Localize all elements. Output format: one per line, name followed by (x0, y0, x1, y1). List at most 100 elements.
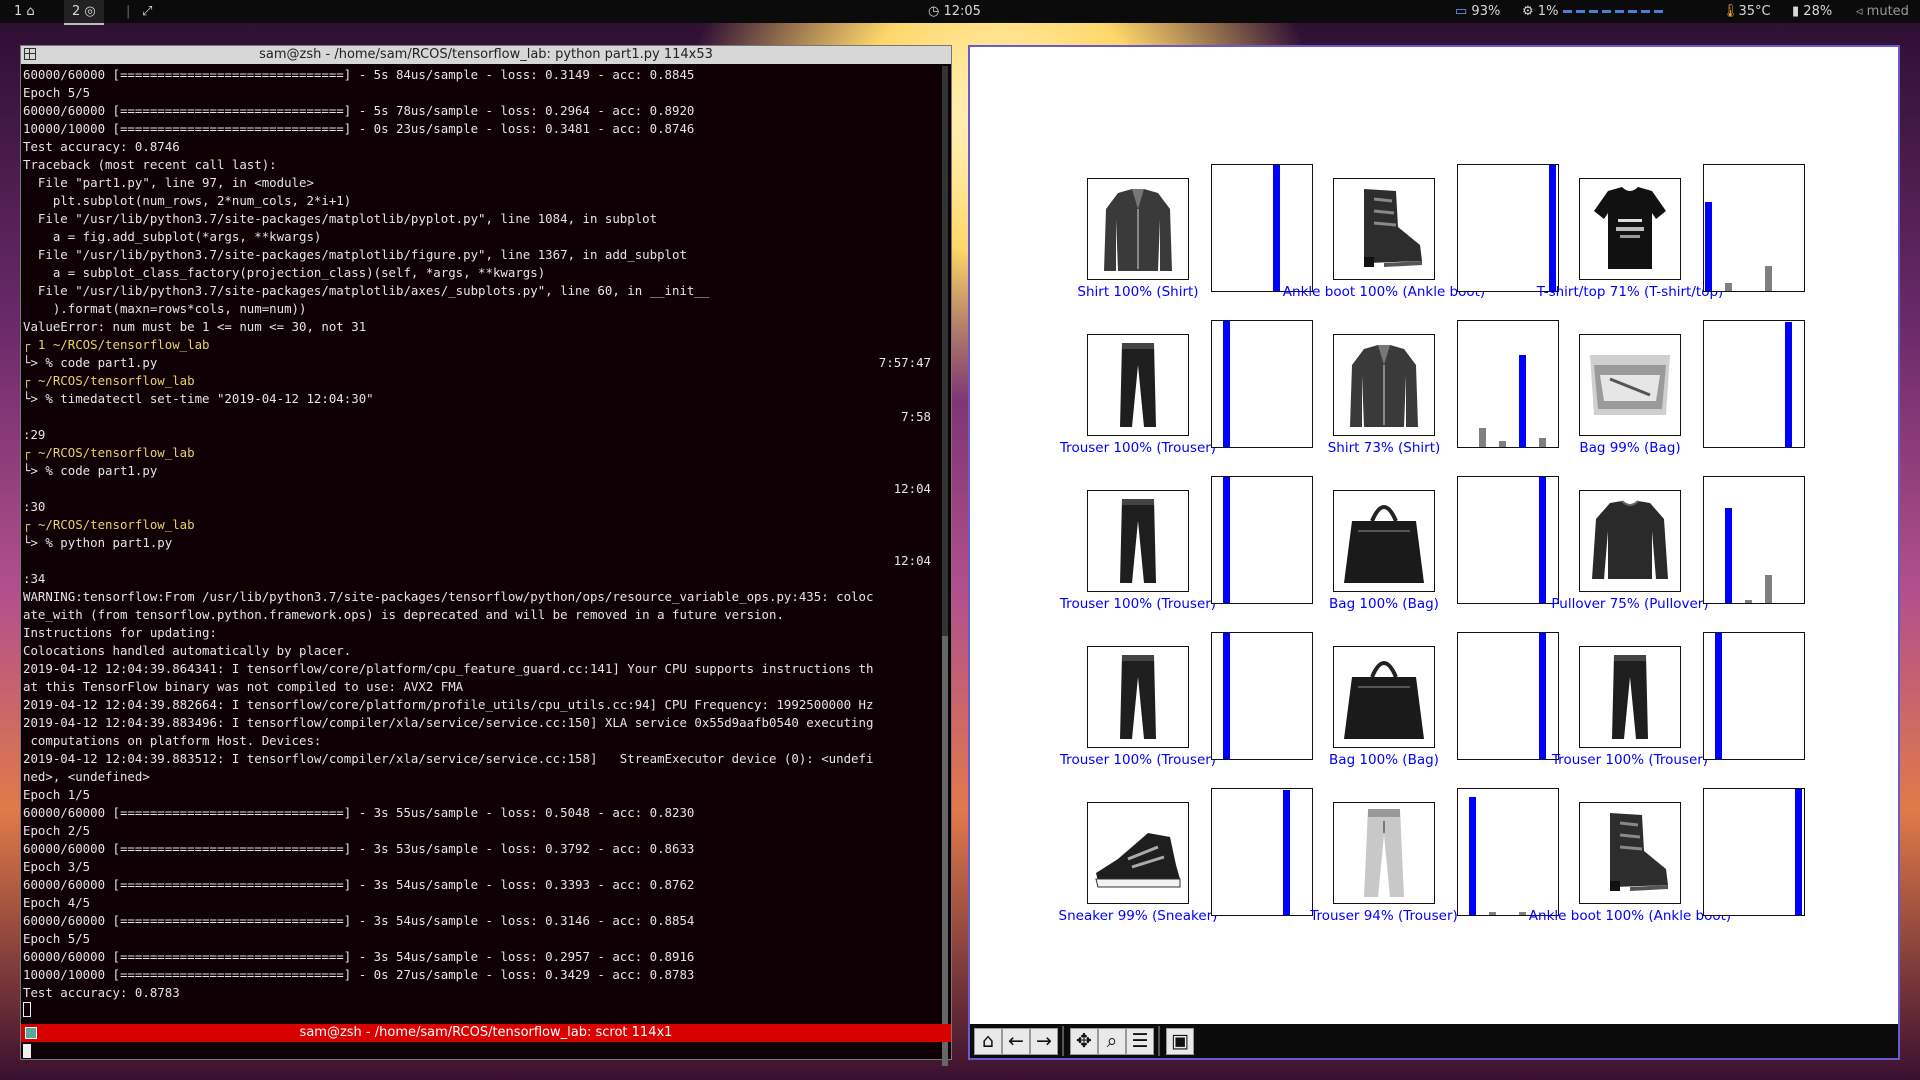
boot-icon (1364, 189, 1422, 267)
terminal-line: └> % code part1.py 7:57:47 (23, 354, 939, 372)
status-cursor (23, 1044, 31, 1058)
trouser-icon (1120, 343, 1156, 427)
terminal-line-text: ┌ ~/RCOS/tensorflow_lab (23, 373, 195, 388)
cpu-graph (1562, 0, 1667, 23)
probability-bar (1725, 283, 1732, 291)
terminal-line: Test accuracy: 0.8746 (23, 138, 939, 156)
volume-value: muted (1866, 4, 1909, 19)
terminal-line: Test accuracy: 0.8783 (23, 984, 939, 1002)
terminal-line: └> % python part1.py (23, 534, 939, 552)
jeans-icon (1364, 809, 1404, 897)
terminal-line: ┌ ~/RCOS/tensorflow_lab (23, 372, 939, 390)
battery-value: 93% (1471, 4, 1501, 19)
fullscreen-icon[interactable]: ⤢ (142, 0, 152, 23)
speaker-icon: ◃ (1856, 4, 1867, 19)
terminal-line: └> % code part1.py (23, 462, 939, 480)
probability-bar (1539, 477, 1546, 603)
scrollbar-thumb[interactable] (942, 636, 948, 1066)
probability-chart (1703, 788, 1805, 916)
home-button[interactable]: ⌂ (974, 1028, 1002, 1055)
terminal-window[interactable]: sam@zsh - /home/sam/RCOS/tensorflow_lab:… (20, 45, 952, 1066)
home-icon: ⌂ (981, 1030, 995, 1052)
matplotlib-figure-window[interactable]: Shirt 100% (Shirt) Ankle boot 100% (Ankle… (968, 45, 1900, 1060)
probability-chart (1703, 476, 1805, 604)
terminal-line: at this TensorFlow binary was not compil… (23, 678, 939, 696)
terminal-line: Traceback (most recent call last): (23, 156, 939, 174)
terminal-line-text: 10000/10000 [===========================… (23, 121, 695, 136)
probability-bar (1519, 355, 1526, 447)
zoom-button[interactable]: ⌕ (1098, 1028, 1126, 1055)
probability-chart (1211, 788, 1313, 916)
workspace-2[interactable]: 2 ◎ (64, 0, 104, 25)
prediction-image (1087, 178, 1189, 280)
subplots-button[interactable]: ☰ (1126, 1028, 1154, 1055)
terminal-line-text: Instructions for updating: (23, 625, 217, 640)
probability-chart (1211, 320, 1313, 448)
terminal-status-window[interactable]: sam@zsh - /home/sam/RCOS/tensorflow_lab:… (21, 1024, 951, 1042)
shirt-icon (1350, 345, 1418, 427)
terminal-line: ValueError: num must be 1 <= num <= 30, … (23, 318, 939, 336)
browser-icon: ◎ (84, 4, 96, 19)
terminal-line: 60000/60000 [===========================… (23, 912, 939, 930)
pan-button[interactable]: ✥ (1070, 1028, 1098, 1055)
terminal-line: Epoch 5/5 (23, 84, 939, 102)
terminal-line: 60000/60000 [===========================… (23, 876, 939, 894)
probability-bar (1539, 633, 1546, 759)
prediction-image (1087, 802, 1189, 904)
save-icon: ▣ (1171, 1030, 1189, 1052)
terminal-line-text: :30 (23, 499, 46, 514)
terminal-scrollbar[interactable] (942, 66, 948, 1066)
toolbar-separator (1158, 1026, 1160, 1056)
terminal-line-text: 60000/60000 [===========================… (23, 67, 695, 82)
probability-chart (1211, 476, 1313, 604)
probability-bar (1765, 575, 1772, 603)
brightness-value: 28% (1803, 4, 1833, 19)
terminal-timestamp: 7:58 (901, 409, 931, 424)
cpu-value: 1% (1537, 4, 1559, 19)
terminal-line-text: File "/usr/lib/python3.7/site-packages/m… (23, 247, 687, 262)
terminal-line-text: └> % python part1.py (23, 535, 173, 550)
probability-bar (1479, 428, 1486, 447)
terminal-line: :29 (23, 426, 939, 444)
terminal-output[interactable]: 60000/60000 [===========================… (23, 66, 939, 1021)
workspace-1[interactable]: 1 ⌂ (6, 0, 43, 23)
terminal-line: └> % timedatectl set-time "2019-04-12 12… (23, 390, 939, 408)
terminal-timestamp: 12:04 (893, 553, 931, 568)
terminal-line: File "part1.py", line 97, in <module> (23, 174, 939, 192)
terminal-line: Epoch 1/5 (23, 786, 939, 804)
probability-bar (1715, 633, 1722, 759)
clock-icon: ◷ (928, 4, 944, 19)
probability-chart (1457, 476, 1559, 604)
probability-bar (1795, 789, 1802, 915)
back-button[interactable]: ← (1002, 1028, 1030, 1055)
temperature-indicator: 🌡35°C (1722, 0, 1771, 23)
clock-time: 12:05 (943, 4, 981, 19)
terminal-titlebar[interactable]: sam@zsh - /home/sam/RCOS/tensorflow_lab:… (21, 46, 951, 64)
terminal-line-text: ).format(maxn=rows*cols, num=num)) (23, 301, 307, 316)
forward-button[interactable]: → (1030, 1028, 1058, 1055)
volume-indicator[interactable]: ◃ muted (1856, 0, 1909, 23)
prediction-image (1579, 334, 1681, 436)
terminal-line: File "/usr/lib/python3.7/site-packages/m… (23, 282, 939, 300)
workspace-2-label: 2 (72, 4, 81, 19)
terminal-line-text: Test accuracy: 0.8783 (23, 985, 180, 1000)
window-layout-icon[interactable] (24, 48, 36, 60)
terminal-line-text: 2019-04-12 12:04:39.883496: I tensorflow… (23, 715, 874, 730)
terminal-line: Colocations handled automatically by pla… (23, 642, 939, 660)
subplots-icon: ☰ (1131, 1030, 1149, 1052)
terminal-line: Epoch 5/5 (23, 930, 939, 948)
terminal-line-text: Epoch 4/5 (23, 895, 91, 910)
terminal-timestamp: 12:04 (893, 481, 931, 496)
terminal-line: 60000/60000 [===========================… (23, 66, 939, 84)
probability-chart (1211, 164, 1313, 292)
probability-bar (1549, 165, 1556, 291)
terminal-line-text: └> % timedatectl set-time "2019-04-12 12… (23, 391, 374, 406)
thermometer-icon: 🌡 (1722, 4, 1739, 19)
probability-chart (1457, 320, 1559, 448)
save-button[interactable]: ▣ (1166, 1028, 1194, 1055)
terminal-line-text: 2019-04-12 12:04:39.864341: I tensorflow… (23, 661, 874, 676)
terminal-line-text: 10000/10000 [===========================… (23, 967, 695, 982)
terminal-line: 2019-04-12 12:04:39.883496: I tensorflow… (23, 714, 939, 732)
terminal-line: ).format(maxn=rows*cols, num=num)) (23, 300, 939, 318)
terminal-line-text: a = subplot_class_factory(projection_cla… (23, 265, 546, 280)
